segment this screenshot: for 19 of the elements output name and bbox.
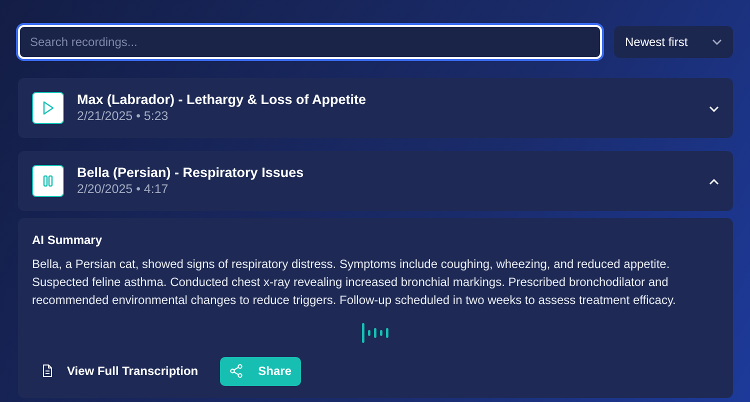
transcription-link[interactable]: View Full Transcription [32,356,208,386]
play-button[interactable] [32,92,64,124]
pause-icon [43,175,53,187]
waveform-icon [362,323,389,343]
chevron-up-icon [709,178,719,185]
recording-title: Max (Labrador) - Lethargy & Loss of Appetite [77,91,366,108]
pause-button[interactable] [32,165,64,197]
search-field[interactable]: Search recordings... [18,25,602,59]
share-icon [230,364,244,378]
summary-text: Bella, a Persian cat, showed signs of respiratory distress. Symptoms include coughing, wheezing, and reduced appetite. Suspected feline asthma. Conducted chest x-ray revealing increased bronchial markings. Prescribed bronchodilator and recommended environmental changes to reduce triggers. Follow-up scheduled in two weeks to assess treatment efficacy. [32,256,677,309]
sort-dropdown[interactable]: Newest first [614,26,733,58]
recording-title: Bella (Persian) - Respiratory Issues [77,164,304,181]
summary-heading: AI Summary [32,232,104,249]
recording-meta: 2/20/2025 • 4:17 [77,181,170,198]
document-icon [42,364,53,378]
recording-meta: 2/21/2025 • 5:23 [77,108,170,125]
chevron-down-icon [709,106,719,112]
chevron-down-icon [712,39,722,45]
play-icon [42,101,54,115]
